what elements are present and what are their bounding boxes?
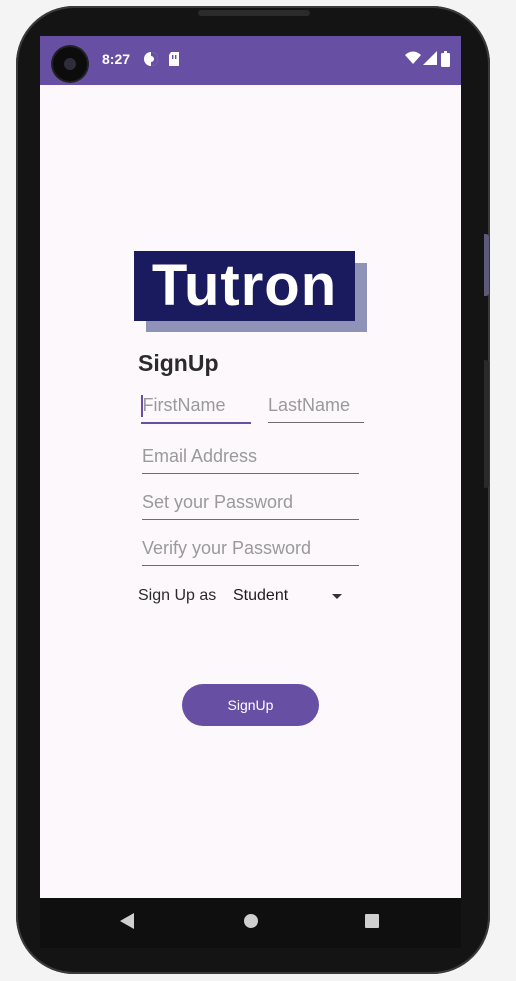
role-dropdown[interactable]: Student — [233, 585, 351, 609]
email-field[interactable]: Email Address — [142, 443, 359, 474]
signal-icon — [423, 51, 437, 68]
role-selected-value: Student — [233, 587, 289, 604]
signup-as-label: Sign Up as — [138, 587, 217, 604]
data-saver-icon — [143, 51, 159, 70]
sim-card-icon — [167, 51, 181, 70]
dropdown-arrow-icon — [332, 594, 342, 599]
verify-password-placeholder: Verify your Password — [142, 538, 312, 558]
email-placeholder: Email Address — [142, 446, 258, 466]
first-name-field[interactable]: FirstName — [141, 392, 251, 424]
home-icon[interactable] — [243, 912, 259, 934]
earpiece — [198, 10, 310, 16]
status-time: 8:27 — [102, 51, 131, 67]
back-icon[interactable] — [118, 912, 136, 935]
last-name-field[interactable]: LastName — [268, 392, 364, 423]
wifi-icon — [405, 51, 421, 68]
first-name-placeholder: FirstName — [142, 395, 226, 415]
tutron-logo: Tutron — [134, 251, 369, 335]
verify-password-field[interactable]: Verify your Password — [142, 535, 359, 566]
logo-text: Tutron — [134, 251, 355, 321]
front-camera — [53, 47, 87, 81]
system-nav-bar — [40, 898, 461, 948]
signup-button[interactable]: SignUp — [182, 684, 319, 726]
password-placeholder: Set your Password — [142, 492, 294, 512]
password-field[interactable]: Set your Password — [142, 489, 359, 520]
status-bar: 8:27 — [40, 36, 461, 85]
power-button — [484, 360, 489, 488]
recents-icon[interactable] — [364, 912, 380, 934]
app-screen: 8:27 Tutron SignUp FirstName LastName Em… — [40, 36, 461, 948]
battery-icon — [441, 51, 450, 70]
page-title: SignUp — [138, 350, 219, 376]
last-name-placeholder: LastName — [268, 395, 351, 415]
volume-button — [484, 234, 489, 296]
